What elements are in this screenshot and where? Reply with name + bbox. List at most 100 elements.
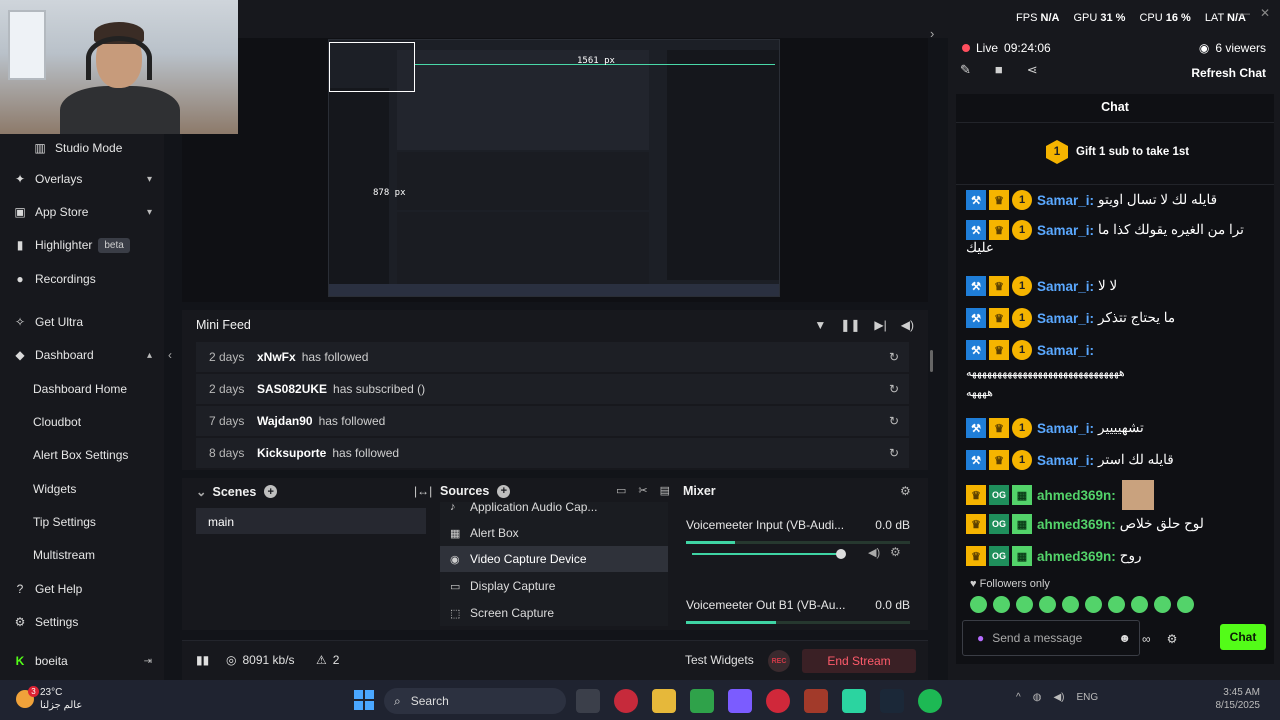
sidebar-item-settings[interactable]: ⚙ Settings bbox=[0, 608, 164, 636]
sidebar-item-dashboard[interactable]: ◆ Dashboard ▴ bbox=[0, 341, 164, 369]
sidebar-item-alert-box-settings[interactable]: Alert Box Settings bbox=[0, 441, 164, 469]
source-item[interactable]: ⬚ Screen Capture bbox=[440, 600, 668, 626]
chevron-up-icon[interactable]: ▴ bbox=[147, 350, 152, 361]
warnings-stat[interactable]: ⚠ 2 bbox=[316, 653, 339, 667]
replay-icon[interactable]: ↻ bbox=[889, 414, 899, 428]
feed-user[interactable]: Kicksuporte bbox=[257, 446, 326, 460]
chat-username[interactable]: ahmed369n: bbox=[1037, 549, 1116, 564]
taskbar-search[interactable]: ⌕ Search bbox=[384, 688, 566, 714]
source-item[interactable]: ▦ Alert Box bbox=[440, 520, 668, 546]
record-button[interactable]: REC bbox=[768, 650, 790, 672]
emote-icon[interactable] bbox=[1177, 596, 1194, 613]
emote-icon[interactable] bbox=[993, 596, 1010, 613]
add-source-button[interactable]: + bbox=[497, 484, 511, 498]
sidebar-item-dashboard-home[interactable]: Dashboard Home bbox=[0, 375, 164, 403]
sidebar-item-overlays[interactable]: ✦ Overlays ▾ bbox=[0, 165, 164, 193]
chevron-up-icon[interactable]: ^ bbox=[1016, 692, 1021, 703]
chat-username[interactable]: Samar_i: bbox=[1037, 453, 1094, 468]
sidebar-item-recordings[interactable]: ● Recordings bbox=[0, 265, 164, 293]
feed-user[interactable]: Wajdan90 bbox=[257, 414, 313, 428]
spotify-icon[interactable] bbox=[918, 689, 942, 713]
voicemeeter-icon[interactable] bbox=[804, 689, 828, 713]
scene-item-main[interactable]: main bbox=[196, 508, 426, 534]
chat-username[interactable]: Samar_i: bbox=[1037, 421, 1094, 436]
sidebar-item-get-help[interactable]: ? Get Help bbox=[0, 575, 164, 603]
task-view-icon[interactable] bbox=[576, 689, 600, 713]
sidebar-item-studio-mode[interactable]: ▥ Studio Mode bbox=[0, 134, 164, 162]
chat-username[interactable]: ahmed369n: bbox=[1037, 488, 1116, 503]
speaker-icon[interactable]: ◀) bbox=[868, 546, 880, 559]
chat-username[interactable]: Samar_i: bbox=[1037, 311, 1094, 326]
microphone-icon[interactable]: ● bbox=[977, 631, 984, 645]
replay-icon[interactable]: ↻ bbox=[889, 446, 899, 460]
chevron-down-icon[interactable]: ▾ bbox=[147, 174, 152, 185]
selection-box[interactable] bbox=[329, 42, 415, 92]
language-indicator[interactable]: ENG bbox=[1076, 692, 1098, 703]
camera-icon[interactable]: ■ bbox=[995, 62, 1003, 78]
emote-icon[interactable] bbox=[1131, 596, 1148, 613]
source-item[interactable]: ♪ Application Audio Cap... bbox=[440, 502, 668, 520]
replay-icon[interactable]: ↻ bbox=[889, 350, 899, 364]
network-icon[interactable]: ◍ bbox=[1033, 692, 1042, 703]
gear-icon[interactable]: ⚙ bbox=[890, 545, 901, 559]
end-stream-button[interactable]: End Stream bbox=[802, 649, 916, 673]
emote-icon[interactable] bbox=[1085, 596, 1102, 613]
opera-gx-icon[interactable] bbox=[766, 689, 790, 713]
logout-icon[interactable]: ⇥ bbox=[144, 656, 152, 667]
emote-icon[interactable] bbox=[1062, 596, 1079, 613]
photos-icon[interactable] bbox=[728, 689, 752, 713]
chat-username[interactable]: Samar_i: bbox=[1037, 343, 1094, 358]
opera-icon[interactable] bbox=[614, 689, 638, 713]
emote-icon[interactable] bbox=[1108, 596, 1125, 613]
clock[interactable]: 3:45 AM 8/15/2025 bbox=[1216, 686, 1261, 712]
feed-user[interactable]: SAS082UKE bbox=[257, 382, 327, 396]
sidebar-item-highlighter[interactable]: ▮ Highlighter beta bbox=[0, 231, 164, 259]
chat-username[interactable]: Samar_i: bbox=[1037, 223, 1094, 238]
chat-username[interactable]: ahmed369n: bbox=[1037, 517, 1116, 532]
chat-input[interactable] bbox=[992, 631, 1103, 645]
sidebar-item-widgets[interactable]: Widgets bbox=[0, 475, 164, 503]
windows-start-icon[interactable] bbox=[354, 690, 374, 710]
close-icon[interactable]: ✕ bbox=[1260, 6, 1270, 20]
gear-icon[interactable]: ⚙ bbox=[900, 484, 911, 498]
chevron-down-icon[interactable]: ▾ bbox=[147, 207, 152, 218]
filter-icon[interactable]: ▼ bbox=[814, 318, 826, 332]
folder-icon[interactable]: ▤ bbox=[660, 484, 670, 497]
weather-widget[interactable]: 3 23°C عالم جزلنا bbox=[16, 686, 82, 712]
sidebar-item-get-ultra[interactable]: ✧ Get Ultra bbox=[0, 308, 164, 336]
edit-icon[interactable]: ✎ bbox=[960, 62, 971, 78]
add-scene-button[interactable]: + bbox=[264, 485, 278, 498]
emote-icon[interactable] bbox=[1016, 596, 1033, 613]
stream-preview[interactable]: 1561 px 878 px bbox=[328, 39, 780, 297]
volume-icon[interactable]: ◀) bbox=[1053, 692, 1064, 703]
feed-scrollbar[interactable] bbox=[930, 350, 933, 372]
volume-slider[interactable] bbox=[692, 549, 846, 559]
stats-chart-icon[interactable]: ▮▮ bbox=[196, 653, 209, 667]
volume-slider-knob[interactable] bbox=[836, 549, 846, 559]
scene-transition-icon[interactable]: |↔| bbox=[414, 484, 432, 498]
chat-username[interactable]: Samar_i: bbox=[1037, 279, 1094, 294]
chevron-right-icon[interactable]: › bbox=[930, 26, 934, 41]
gift-sub-banner[interactable]: 1 Gift 1 sub to take 1st bbox=[1046, 140, 1189, 164]
feed-user[interactable]: xNwFx bbox=[257, 350, 296, 364]
chevron-down-icon[interactable]: ⌄ bbox=[196, 484, 206, 499]
volume-icon[interactable]: ◀) bbox=[901, 318, 914, 332]
streamlabs-icon[interactable] bbox=[842, 689, 866, 713]
test-widgets-button[interactable]: Test Widgets bbox=[685, 653, 754, 667]
file-explorer-icon[interactable] bbox=[652, 689, 676, 713]
scissors-icon[interactable]: ✂ bbox=[638, 484, 647, 497]
source-item-selected[interactable]: ◉ Video Capture Device bbox=[440, 546, 668, 572]
send-chat-button[interactable]: Chat bbox=[1220, 624, 1266, 650]
refresh-chat-button[interactable]: Refresh Chat bbox=[1191, 66, 1266, 80]
gear-icon[interactable]: ⚙ bbox=[1167, 632, 1178, 646]
emote-icon[interactable] bbox=[1039, 596, 1056, 613]
sidebar-item-multistream[interactable]: Multistream bbox=[0, 541, 164, 569]
sidebar-item-cloudbot[interactable]: Cloudbot bbox=[0, 408, 164, 436]
emote-icon[interactable] bbox=[970, 596, 987, 613]
minimize-icon[interactable]: — bbox=[1238, 6, 1250, 20]
source-item[interactable]: ▭ Display Capture bbox=[440, 573, 668, 599]
sidebar-item-tip-settings[interactable]: Tip Settings bbox=[0, 508, 164, 536]
chat-username[interactable]: Samar_i: bbox=[1037, 193, 1094, 208]
steam-icon[interactable] bbox=[880, 689, 904, 713]
layers-icon[interactable]: ▭ bbox=[616, 484, 626, 497]
